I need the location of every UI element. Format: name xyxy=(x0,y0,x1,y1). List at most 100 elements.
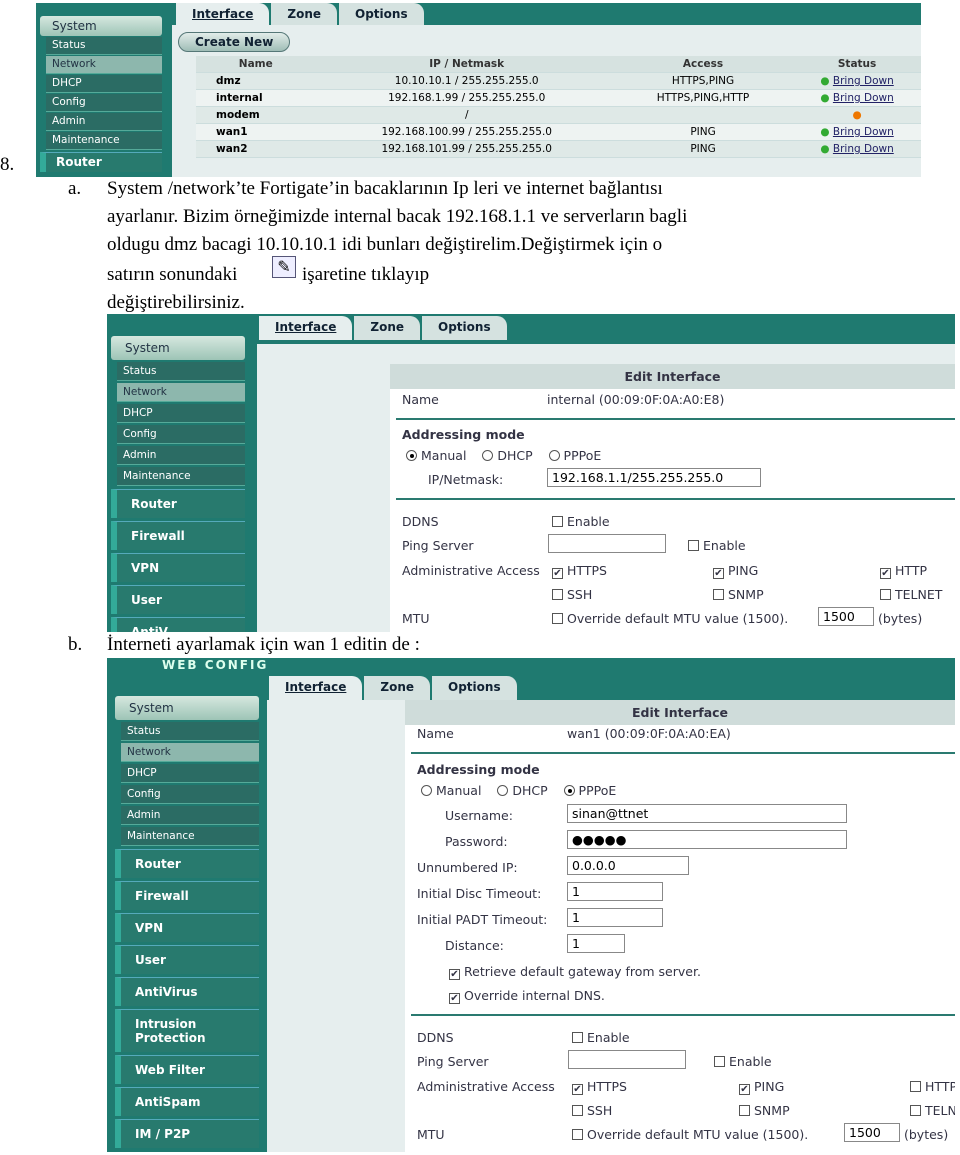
mtu-input[interactable]: 1500 xyxy=(844,1123,900,1142)
tab-zone[interactable]: Zone xyxy=(271,3,338,25)
sidebar-group[interactable]: Web Filter xyxy=(115,1055,259,1084)
sidebar-system[interactable]: System xyxy=(40,16,162,36)
sidebar-group[interactable]: Firewall xyxy=(115,881,259,910)
access-checkbox[interactable] xyxy=(572,1105,583,1116)
row-ip: 192.168.1.99 / 255.255.255.0 xyxy=(315,89,618,107)
sidebar-status[interactable]: Status xyxy=(117,362,245,381)
sidebar-group[interactable]: AntiVirus xyxy=(115,977,259,1006)
sidebar-group[interactable]: User xyxy=(115,945,259,974)
sidebar-status[interactable]: Status xyxy=(46,37,162,55)
bring-down-link[interactable]: Bring Down xyxy=(833,126,894,138)
tab-interface[interactable]: Interface xyxy=(259,316,353,340)
bring-down-link[interactable]: Bring Down xyxy=(833,143,894,155)
sidebar-dhcp[interactable]: DHCP xyxy=(117,404,245,423)
tab-options[interactable]: Options xyxy=(339,3,424,25)
sidebar-router[interactable]: Router xyxy=(40,152,162,172)
bring-down-link[interactable]: Bring Down xyxy=(833,75,894,87)
item-number: 8. xyxy=(0,154,15,175)
sidebar-admin[interactable]: Admin xyxy=(121,806,259,825)
username-input[interactable]: sinan@ttnet xyxy=(567,804,847,823)
ping-server-input[interactable] xyxy=(548,534,666,553)
mode-label: DHCP xyxy=(512,783,548,798)
mode-label: PPPoE xyxy=(578,783,617,798)
create-new-button[interactable]: Create New xyxy=(178,32,291,52)
access-checkbox[interactable]: ✔ xyxy=(572,1084,583,1095)
unnumbered-ip-label: Unnumbered IP: xyxy=(417,860,518,875)
col-ip: IP / Netmask xyxy=(315,56,618,73)
sidebar-group[interactable]: Router xyxy=(115,849,259,878)
access-checkbox[interactable]: ✔ xyxy=(713,568,724,579)
ddns-checkbox[interactable] xyxy=(552,516,563,527)
mode-radio[interactable] xyxy=(421,785,432,796)
sidebar-config[interactable]: Config xyxy=(46,94,162,112)
mode-label: Manual xyxy=(421,448,467,463)
access-checkbox[interactable] xyxy=(880,589,891,600)
access-checkbox[interactable] xyxy=(552,589,563,600)
sidebar-group[interactable]: User xyxy=(111,585,245,614)
mode-radio[interactable] xyxy=(548,450,560,461)
sidebar-maintenance[interactable]: Maintenance xyxy=(121,827,259,846)
edit-wan1-screenshot: WEB CONFIG System Status Network DHCP Co… xyxy=(107,658,955,1152)
ip-netmask-input[interactable]: 192.168.1.1/255.255.255.0 xyxy=(547,468,761,487)
mtu-override-checkbox[interactable] xyxy=(572,1129,583,1140)
access-checkbox[interactable]: ✔ xyxy=(739,1084,750,1095)
access-checkbox[interactable]: ✔ xyxy=(880,568,891,579)
access-checkbox[interactable] xyxy=(910,1081,921,1092)
ddns-checkbox[interactable] xyxy=(572,1032,583,1043)
sidebar-network[interactable]: Network xyxy=(121,743,259,762)
sidebar-dhcp[interactable]: DHCP xyxy=(121,764,259,783)
tab-zone[interactable]: Zone xyxy=(364,676,431,700)
retrieve-gateway-checkbox[interactable]: ✔ xyxy=(449,969,460,980)
col-name: Name xyxy=(196,56,316,73)
sidebar-config[interactable]: Config xyxy=(117,425,245,444)
sidebar-network[interactable]: Network xyxy=(46,56,162,74)
tab-options[interactable]: Options xyxy=(422,316,507,340)
mode-radio[interactable] xyxy=(406,450,417,461)
status-up-icon: ● xyxy=(820,92,830,104)
sidebar-maintenance[interactable]: Maintenance xyxy=(117,467,245,486)
sidebar-group[interactable]: Intrusion Protection xyxy=(115,1009,259,1052)
sidebar-group[interactable]: IM / P2P xyxy=(115,1119,259,1148)
sidebar-group[interactable]: VPN xyxy=(111,553,245,582)
password-input[interactable]: ●●●●● xyxy=(567,830,847,849)
mode-radio[interactable] xyxy=(482,450,494,461)
sidebar-admin[interactable]: Admin xyxy=(46,113,162,131)
sidebar-system[interactable]: System xyxy=(115,696,259,720)
access-checkbox[interactable] xyxy=(910,1105,921,1116)
admin-access-label: Administrative Access xyxy=(402,563,540,578)
tab-interface[interactable]: Interface xyxy=(176,3,270,25)
access-label: HTTP xyxy=(925,1079,955,1094)
ping-enable-checkbox[interactable] xyxy=(688,540,699,551)
distance-input[interactable]: 1 xyxy=(567,934,625,953)
row-access: HTTPS,PING,HTTP xyxy=(617,89,789,107)
disc-timeout-input[interactable]: 1 xyxy=(567,882,663,901)
access-checkbox[interactable] xyxy=(739,1105,750,1116)
sidebar-group[interactable]: Firewall xyxy=(111,521,245,550)
mtu-input[interactable]: 1500 xyxy=(818,607,874,626)
padt-timeout-input[interactable]: 1 xyxy=(567,908,663,927)
tab-zone[interactable]: Zone xyxy=(354,316,421,340)
sidebar-group[interactable]: AntiV xyxy=(111,617,245,632)
ping-enable-checkbox[interactable] xyxy=(714,1056,725,1067)
access-checkbox[interactable]: ✔ xyxy=(552,568,563,579)
sidebar-group[interactable]: Router xyxy=(111,489,245,518)
sidebar-maintenance[interactable]: Maintenance xyxy=(46,132,162,150)
sidebar-admin[interactable]: Admin xyxy=(117,446,245,465)
mtu-override-checkbox[interactable] xyxy=(552,613,563,624)
sidebar-group[interactable]: VPN xyxy=(115,913,259,942)
override-dns-checkbox[interactable]: ✔ xyxy=(449,993,460,1004)
ping-server-input[interactable] xyxy=(568,1050,686,1069)
sidebar-system[interactable]: System xyxy=(111,336,245,360)
tab-interface[interactable]: Interface xyxy=(269,676,363,700)
sidebar-group[interactable]: AntiSpam xyxy=(115,1087,259,1116)
tab-options[interactable]: Options xyxy=(432,676,517,700)
unnumbered-ip-input[interactable]: 0.0.0.0 xyxy=(567,856,689,875)
mode-radio[interactable] xyxy=(563,785,575,796)
sidebar-dhcp[interactable]: DHCP xyxy=(46,75,162,93)
mode-radio[interactable] xyxy=(497,785,509,796)
access-checkbox[interactable] xyxy=(713,589,724,600)
sidebar-status[interactable]: Status xyxy=(121,722,259,741)
bring-down-link[interactable]: Bring Down xyxy=(833,92,894,104)
sidebar-config[interactable]: Config xyxy=(121,785,259,804)
sidebar-network[interactable]: Network xyxy=(117,383,245,402)
